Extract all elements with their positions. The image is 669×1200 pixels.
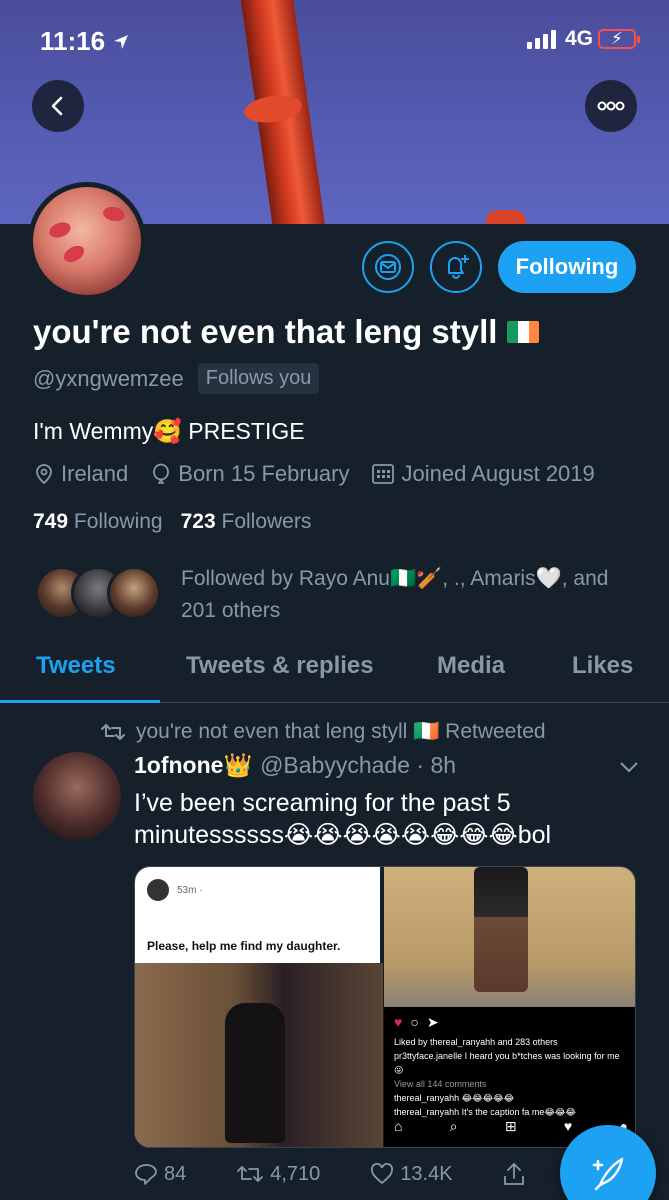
like-count: 13.4K xyxy=(400,1162,453,1185)
heart-icon xyxy=(371,1163,394,1185)
retweet-button[interactable]: 4,710 xyxy=(236,1162,320,1186)
followers-count-link[interactable]: 723 Followers xyxy=(181,510,312,534)
fb-photo-person xyxy=(225,1003,285,1143)
ig-actions: ♥ ○ ➤ xyxy=(394,1015,628,1029)
handle-row: @yxngwemzee Follows you xyxy=(33,363,320,394)
chevron-down-icon xyxy=(620,762,638,773)
ireland-flag-icon xyxy=(507,321,540,343)
status-time: 11:16 xyxy=(40,26,129,57)
ig-view-all: View all 144 comments xyxy=(394,1079,487,1089)
birthday-text: Born 15 February xyxy=(178,461,350,486)
ig-photo-person xyxy=(474,867,529,992)
media-image-right[interactable]: ♥ ○ ➤ Liked by thereal_ranyahh and 283 o… xyxy=(384,867,635,1147)
profile-name-row: you're not even that leng styll xyxy=(33,313,540,351)
mutual-avatars xyxy=(35,566,161,620)
status-time-text: 11:16 xyxy=(40,26,106,56)
retweet-count: 4,710 xyxy=(270,1162,321,1185)
profile-avatar[interactable] xyxy=(28,182,146,300)
follows-you-badge: Follows you xyxy=(197,363,320,394)
location-item: Ireland xyxy=(33,461,128,487)
birthday-item: Born 15 February xyxy=(150,461,349,487)
ig-liked-by: Liked by thereal_ranyahh and 283 others xyxy=(394,1037,558,1047)
mail-icon xyxy=(375,254,401,280)
comment-icon: ○ xyxy=(410,1014,419,1030)
message-button[interactable] xyxy=(362,241,414,293)
fb-avatar xyxy=(147,879,169,901)
tweet-media[interactable]: 53m · Please, help me find my daughter. … xyxy=(134,866,636,1148)
tab-tweets[interactable]: Tweets xyxy=(36,652,116,680)
tweet-menu-button[interactable] xyxy=(619,756,639,779)
back-button[interactable] xyxy=(32,80,84,132)
followed-by-row[interactable]: Followed by Rayo Anu🇳🇬🏏, ., Amaris🤍, and… xyxy=(35,563,621,627)
tweet-author-handle: @Babyychade · 8h xyxy=(260,752,457,778)
chevron-left-icon xyxy=(51,96,63,116)
location-pin-icon xyxy=(36,464,52,485)
profile-bio: I'm Wemmy🥰 PRESTIGE xyxy=(33,418,305,444)
retweet-icon xyxy=(101,724,125,740)
active-tab-indicator xyxy=(0,700,160,703)
following-count-link[interactable]: 749 Following xyxy=(33,510,163,534)
tab-tweets-replies[interactable]: Tweets & replies xyxy=(186,652,374,680)
followers-count: 723 xyxy=(180,510,216,533)
following-label: Following xyxy=(73,510,163,533)
profile-name: you're not even that leng styll xyxy=(33,313,498,350)
followers-label: Followers xyxy=(221,510,312,533)
retweet-icon xyxy=(237,1166,264,1182)
joined-text: Joined August 2019 xyxy=(401,461,595,486)
tweet-actions: 84 4,710 13.4K xyxy=(134,1162,574,1186)
tweet-author-name[interactable]: 1ofnone👑 xyxy=(134,752,252,779)
followed-by-text: Followed by Rayo Anu🇳🇬🏏, ., Amaris🤍, and… xyxy=(181,567,609,622)
share-icon xyxy=(503,1163,524,1185)
fb-post-header: 53m · xyxy=(147,879,203,901)
fb-post-text: Please, help me find my daughter. xyxy=(147,939,341,953)
bell-plus-icon xyxy=(448,255,469,279)
profile-meta: Ireland Born 15 February Joined August 2… xyxy=(33,461,595,487)
tab-media[interactable]: Media xyxy=(437,652,505,680)
reply-count: 84 xyxy=(164,1162,187,1185)
following-count: 749 xyxy=(33,510,69,533)
tweet-text: I’ve been screaming for the past 5 minut… xyxy=(134,789,552,849)
retweet-indicator[interactable]: you're not even that leng styll 🇮🇪 Retwe… xyxy=(100,720,546,744)
tweet-author-avatar[interactable] xyxy=(33,752,121,840)
like-button[interactable]: 13.4K xyxy=(370,1162,453,1186)
location-text: Ireland xyxy=(61,461,129,486)
notifications-button[interactable] xyxy=(430,241,482,293)
more-button[interactable] xyxy=(585,80,637,132)
fb-post-time: 53m · xyxy=(177,884,203,896)
tab-likes[interactable]: Likes xyxy=(572,652,633,680)
home-icon: ⌂ xyxy=(394,1118,403,1134)
profile-tabs: Tweets Tweets & replies Media Likes xyxy=(0,630,669,703)
status-bar: 11:16 4G ⚡ xyxy=(0,0,669,80)
search-icon: ⌕ xyxy=(449,1118,458,1134)
ig-comment: pr3ttyface.janelle I heard you b*tches w… xyxy=(394,1051,620,1075)
retweet-text: you're not even that leng styll 🇮🇪 Retwe… xyxy=(136,720,546,743)
calendar-icon xyxy=(372,464,395,484)
profile-handle: @yxngwemzee xyxy=(33,365,184,391)
follow-counts: 749 Following 723 Followers xyxy=(33,510,311,534)
signal-icon xyxy=(527,30,556,49)
balloon-icon xyxy=(153,463,170,484)
fb-post-photo xyxy=(135,963,383,1147)
tweet-header: 1ofnone👑 @Babyychade · 8h xyxy=(134,752,456,779)
compose-tweet-icon xyxy=(592,1157,624,1191)
reply-icon xyxy=(135,1164,157,1185)
heart-icon: ♥ xyxy=(563,1118,573,1134)
banner-pole-secondary xyxy=(486,210,526,224)
avatar xyxy=(107,566,161,620)
location-arrow-icon xyxy=(114,34,129,49)
share-button[interactable] xyxy=(503,1162,525,1186)
heart-icon: ♥ xyxy=(394,1014,403,1030)
more-icon xyxy=(597,101,625,111)
ig-reply-2: thereal_ranyahh It's the caption fa me😂😂… xyxy=(394,1107,576,1117)
reply-button[interactable]: 84 xyxy=(134,1162,186,1186)
following-button[interactable]: Following xyxy=(498,241,636,293)
ig-post-photo xyxy=(384,867,635,1007)
battery-icon: ⚡ xyxy=(598,29,640,49)
joined-item: Joined August 2019 xyxy=(371,461,595,487)
ig-reply-1: thereal_ranyahh 😂😂😂😂😂 xyxy=(394,1093,515,1103)
send-icon: ➤ xyxy=(426,1014,439,1030)
add-icon: ⊞ xyxy=(504,1118,517,1134)
media-image-left[interactable]: 53m · Please, help me find my daughter. xyxy=(135,867,383,1147)
network-label: 4G xyxy=(565,27,594,50)
